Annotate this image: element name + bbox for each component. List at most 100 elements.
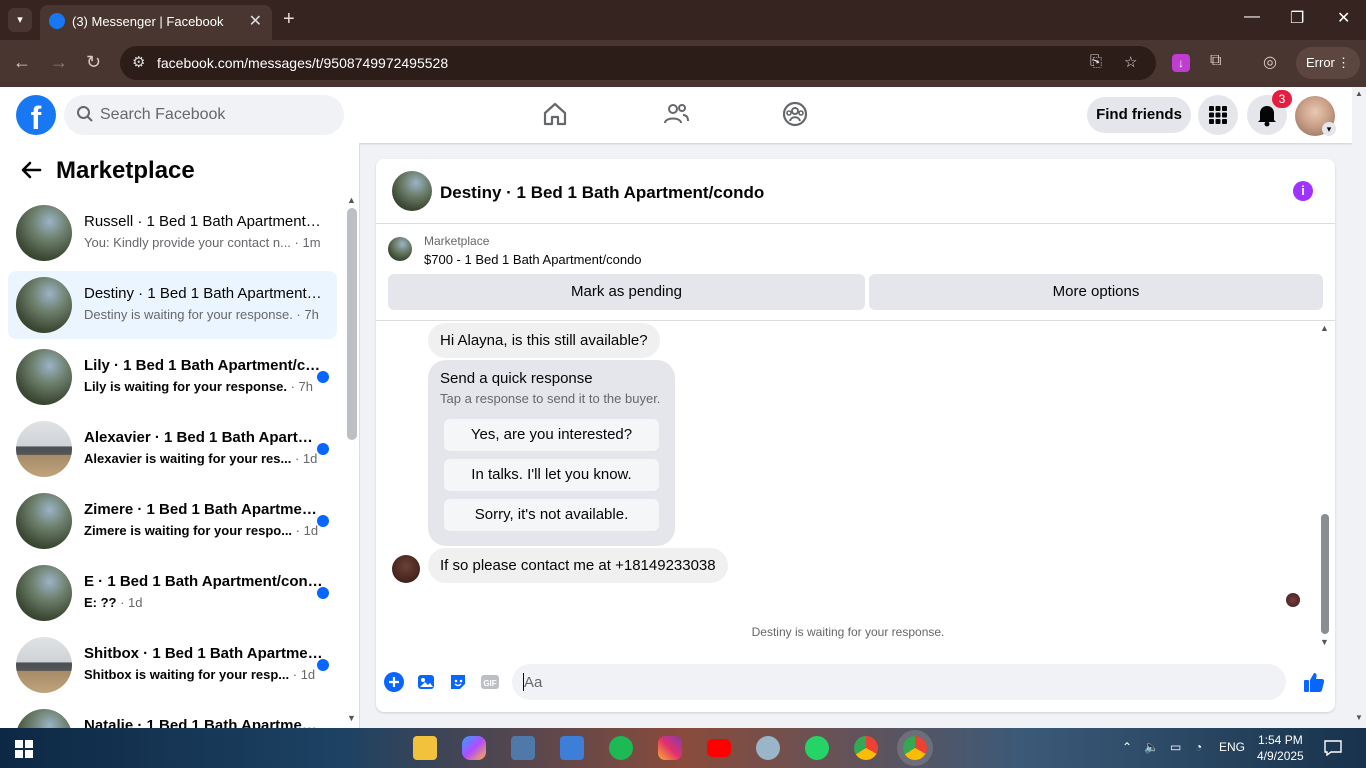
search-input[interactable]: Search Facebook (64, 95, 344, 135)
scroll-up-icon[interactable]: ▲ (347, 195, 356, 205)
more-options-button[interactable]: More options (869, 274, 1323, 310)
photoshop-icon[interactable] (511, 736, 535, 760)
page-scroll-down-icon[interactable]: ▼ (1355, 713, 1363, 722)
read-receipt-avatar (1286, 593, 1300, 607)
bookmark-star-icon[interactable]: ☆ (1124, 53, 1137, 71)
reload-icon[interactable]: ↻ (86, 52, 101, 73)
home-icon[interactable] (541, 100, 571, 130)
spotify-icon[interactable] (609, 736, 633, 760)
back-arrow-icon[interactable] (20, 159, 42, 181)
facebook-header: f Search Facebook Find friends (0, 87, 1352, 143)
listing-thumbnail[interactable] (388, 237, 412, 261)
mark-as-pending-button[interactable]: Mark as pending (388, 274, 865, 310)
battery-icon[interactable]: ▭ (1170, 740, 1181, 754)
youtube-icon[interactable] (707, 739, 731, 757)
gif-icon[interactable]: GIF (480, 672, 500, 692)
quick-response-title: Send a quick response (440, 370, 593, 387)
profile-error-button[interactable]: Error ⋮ (1296, 47, 1360, 79)
close-tab-icon[interactable]: ✕ (249, 11, 262, 31)
account-chevron-down-icon[interactable]: ▾ (1322, 122, 1336, 136)
chat-scroll-down-icon[interactable]: ▼ (1320, 637, 1329, 647)
quick-response-in-talks-button[interactable]: In talks. I'll let you know. (444, 459, 659, 491)
conversation-preview-text: Lily is waiting for your response. (84, 379, 287, 394)
minimize-icon[interactable]: — (1244, 8, 1260, 26)
notification-center-icon[interactable] (1324, 740, 1342, 756)
chat-header-title[interactable]: Destiny · 1 Bed 1 Bath Apartment/condo (440, 183, 764, 203)
conversation-item[interactable]: Russell · 1 Bed 1 Bath Apartment/condo Yo… (8, 199, 337, 267)
scroll-down-icon[interactable]: ▼ (347, 713, 356, 723)
wifi-icon[interactable]: ◔ (1195, 740, 1202, 754)
extensions-puzzle-icon[interactable]: ⧉ (1210, 52, 1221, 70)
find-friends-button[interactable]: Find friends (1087, 97, 1191, 133)
browser-tab-bar: ▾ (3) Messenger | Facebook ✕ + — ❐ ✕ (0, 0, 1366, 40)
conversation-item[interactable]: Zimere · 1 Bed 1 Bath Apartment/condo Zim… (8, 487, 337, 555)
quick-response-not-available-button[interactable]: Sorry, it's not available. (444, 499, 659, 531)
conversation-preview-text: Destiny is waiting for your response. (84, 307, 293, 322)
sender-avatar[interactable] (392, 555, 420, 583)
tab-title: (3) Messenger | Facebook (72, 14, 224, 29)
conversation-avatar (16, 637, 72, 693)
tray-chevron-up-icon[interactable]: ⌃ (1122, 740, 1132, 754)
profile-error-label: Error (1306, 55, 1335, 70)
menu-grid-button[interactable] (1198, 95, 1238, 135)
conversation-name: Alexavier · 1 Bed 1 Bath Apartment/condo (84, 429, 324, 446)
sidebar-scrollbar[interactable] (347, 208, 357, 440)
facebook-logo-icon[interactable]: f (16, 95, 56, 136)
conversation-preview: Destiny is waiting for your response. · … (84, 307, 324, 322)
conversation-item[interactable]: Alexavier · 1 Bed 1 Bath Apartment/condo… (8, 415, 337, 483)
listing-title[interactable]: $700 - 1 Bed 1 Bath Apartment/condo (424, 252, 642, 267)
groups-icon[interactable] (781, 100, 811, 130)
language-indicator[interactable]: ENG (1219, 740, 1245, 754)
conversation-avatar (16, 421, 72, 477)
close-window-icon[interactable]: ✕ (1337, 8, 1350, 28)
photo-icon[interactable] (416, 672, 436, 692)
system-clock[interactable]: 1:54 PM 4/9/2025 (1257, 732, 1304, 764)
svg-text:GIF: GIF (483, 679, 496, 688)
friends-icon[interactable] (662, 100, 692, 130)
microsoft-store-icon[interactable] (560, 736, 584, 760)
page-scroll-up-icon[interactable]: ▲ (1355, 89, 1363, 98)
quick-response-card: Send a quick response Tap a response to … (428, 360, 675, 546)
plus-circle-icon[interactable] (384, 672, 404, 692)
chrome-icon[interactable] (854, 736, 878, 760)
restore-icon[interactable]: ❐ (1290, 8, 1304, 28)
file-explorer-icon[interactable] (413, 736, 437, 760)
tab-search-button[interactable]: ▾ (8, 8, 32, 32)
conversation-item[interactable]: Shitbox · 1 Bed 1 Bath Apartment/condo Sh… (8, 631, 337, 699)
app-icon[interactable] (756, 736, 780, 760)
info-icon[interactable]: i (1293, 181, 1313, 201)
windows-taskbar: ⌃ 🔈 ▭ ◔ ENG 1:54 PM 4/9/2025 (0, 728, 1366, 768)
download-extension-icon[interactable]: ↓ (1172, 54, 1190, 72)
conversation-item[interactable]: E · 1 Bed 1 Bath Apartment/condo E: ?? · … (8, 559, 337, 627)
forward-icon[interactable]: → (50, 52, 68, 73)
copilot-icon[interactable] (462, 736, 486, 760)
conversation-avatar (16, 493, 72, 549)
conversation-item[interactable]: Lily · 1 Bed 1 Bath Apartment/condo Lily … (8, 343, 337, 411)
quick-response-yes-button[interactable]: Yes, are you interested? (444, 419, 659, 451)
browser-tab[interactable]: (3) Messenger | Facebook ✕ (40, 5, 272, 40)
chat-scrollbar[interactable] (1321, 514, 1329, 634)
clock-time: 1:54 PM (1258, 733, 1303, 747)
conversation-name: Russell · 1 Bed 1 Bath Apartment/condo (84, 213, 324, 230)
new-tab-icon[interactable]: + (283, 8, 295, 31)
windows-start-icon[interactable] (15, 740, 33, 758)
site-info-icon[interactable]: ⚙ (132, 53, 145, 71)
conversation-item[interactable]: Natalie · 1 Bed 1 Bath Apartment/condo (8, 703, 337, 728)
chrome-active-icon[interactable] (903, 736, 927, 760)
install-app-icon[interactable]: ⎘ (1090, 53, 1102, 70)
whatsapp-icon[interactable] (805, 736, 829, 760)
kebab-menu-icon[interactable]: ⋮ (1337, 47, 1350, 79)
sticker-icon[interactable] (448, 672, 468, 692)
account-icon[interactable]: ◎ (1263, 52, 1277, 72)
page-scrollbar[interactable]: ▲ ▼ (1352, 87, 1366, 728)
instagram-icon[interactable] (658, 736, 682, 760)
volume-icon[interactable]: 🔈 (1144, 740, 1159, 754)
thumbs-up-icon[interactable] (1302, 670, 1326, 694)
chat-header-avatar[interactable] (392, 171, 432, 211)
chat-scroll-up-icon[interactable]: ▲ (1320, 323, 1329, 333)
conversation-preview-text: Alexavier is waiting for your res... (84, 451, 292, 466)
back-icon[interactable]: ← (13, 52, 31, 73)
message-input[interactable]: Aa ☺ (512, 664, 1286, 700)
conversation-item[interactable]: Destiny · 1 Bed 1 Bath Apartment/condo De… (8, 271, 337, 339)
address-bar[interactable]: ⚙ facebook.com/messages/t/95087499724955… (120, 46, 1156, 80)
